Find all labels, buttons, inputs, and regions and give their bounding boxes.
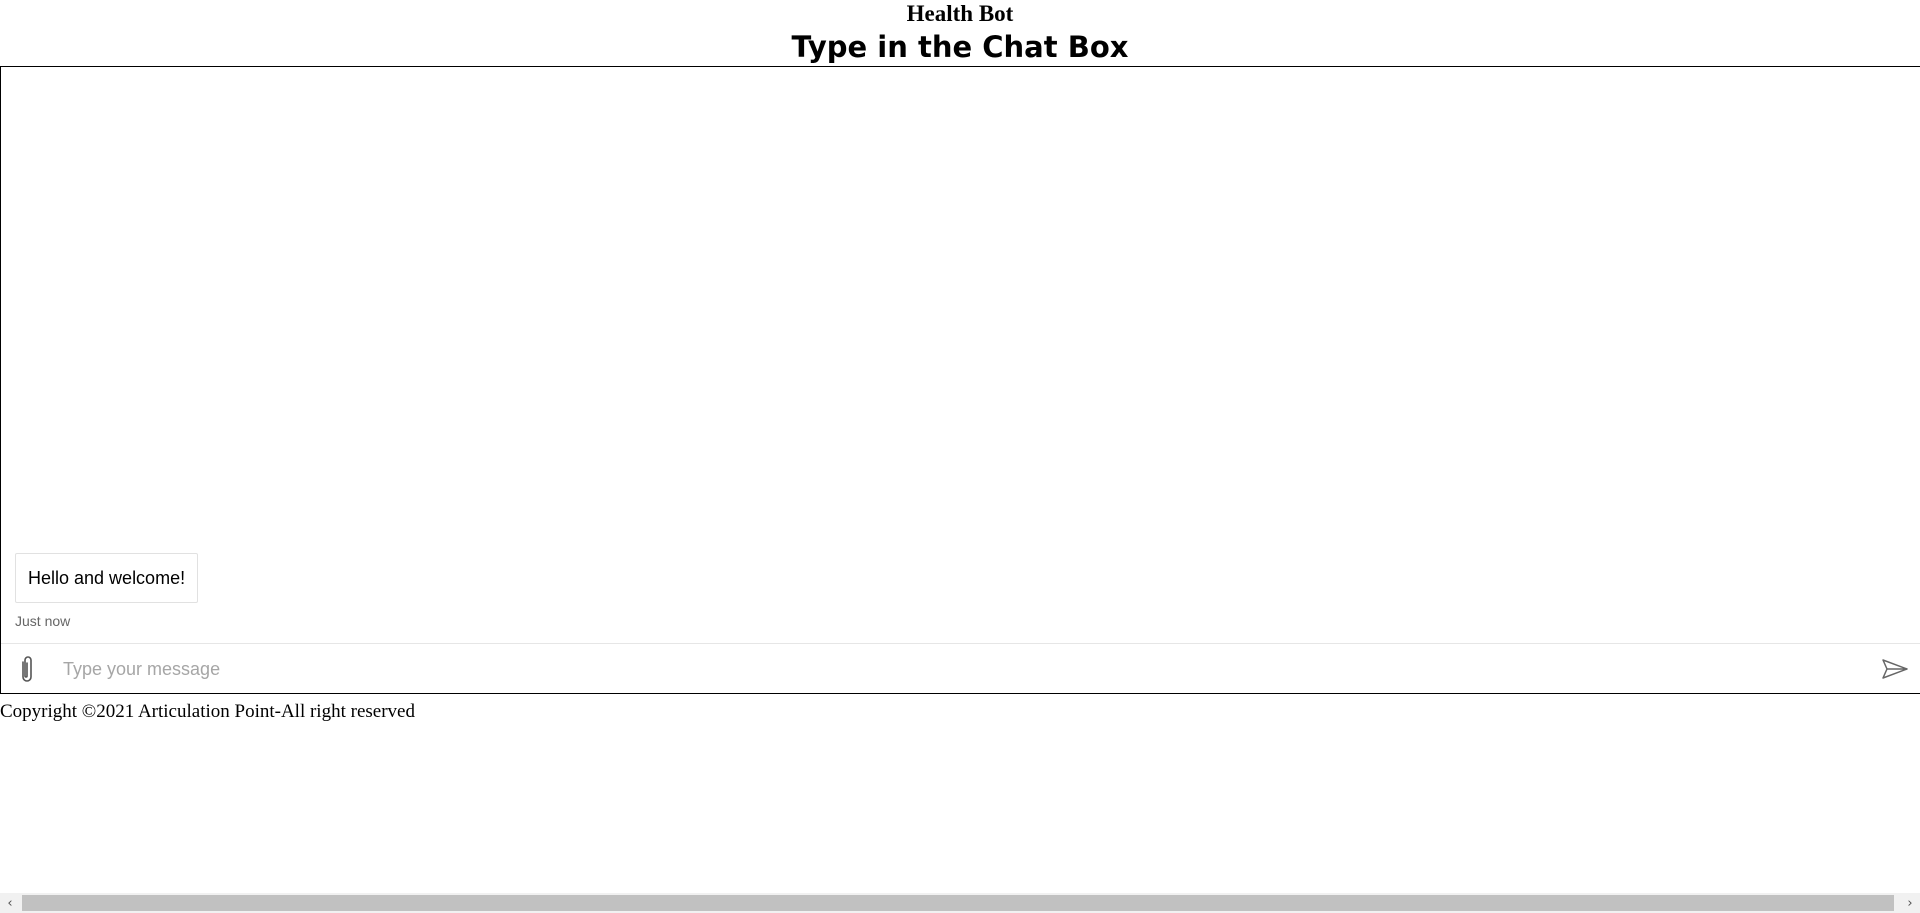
bot-message: Hello and welcome! (15, 553, 199, 603)
attach-button[interactable] (1, 644, 53, 694)
message-input[interactable] (53, 645, 1870, 693)
chat-input-bar (1, 643, 1920, 694)
copyright-footer: Copyright ©2021 Articulation Point-All r… (0, 701, 415, 722)
site-title: Health Bot (906, 1, 1014, 26)
bot-message-text: Hello and welcome! (28, 567, 186, 588)
chat-widget: Hello and welcome! Just now (0, 66, 1920, 694)
scroll-left-arrow-icon[interactable]: ‹ (0, 893, 20, 913)
scroll-right-arrow-icon[interactable]: › (1900, 893, 1920, 913)
chat-heading: Type in the Chat Box (791, 30, 1129, 64)
message-timestamp: Just now (15, 613, 71, 629)
scrollbar-thumb[interactable] (22, 895, 1894, 911)
page: Health Bot Type in the Chat Box Hello an… (0, 0, 1920, 913)
horizontal-scrollbar[interactable]: ‹ › (0, 893, 1920, 913)
send-icon (1882, 659, 1908, 679)
paperclip-icon (22, 656, 32, 682)
chat-log[interactable]: Hello and welcome! Just now (1, 67, 1920, 643)
send-button[interactable] (1870, 644, 1920, 694)
